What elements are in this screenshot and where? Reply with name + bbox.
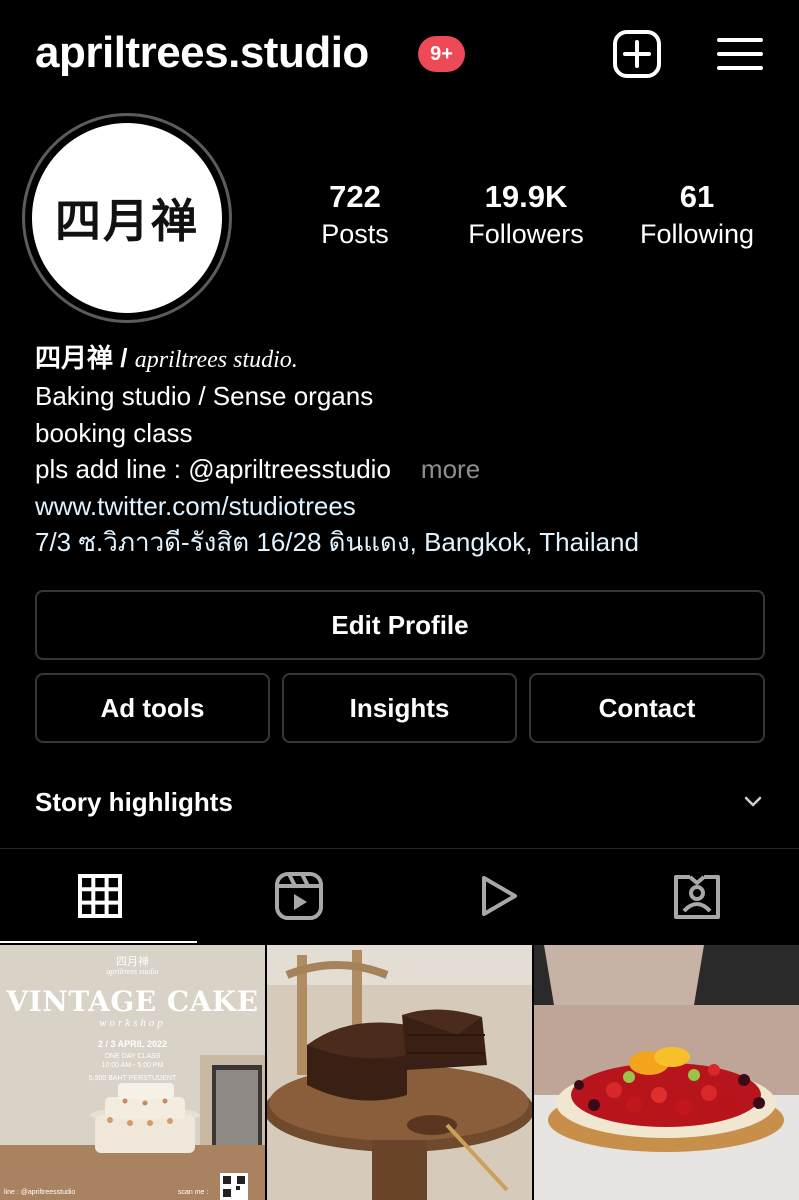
- tab-reels[interactable]: [199, 849, 398, 943]
- poster-title: VINTAGE CAKE: [6, 985, 259, 1018]
- bio-line-3-text: pls add line : @apriltreesstudio: [35, 454, 391, 484]
- bio-name-sub: apriltrees studio.: [134, 347, 298, 373]
- post-thumbnail[interactable]: [534, 945, 799, 1200]
- tab-videos[interactable]: [398, 849, 597, 943]
- insights-button[interactable]: Insights: [282, 673, 517, 743]
- edit-profile-button[interactable]: Edit Profile: [35, 590, 765, 660]
- profile-header: apriltrees.studio 9+: [0, 0, 799, 110]
- posts-grid: 四月禅 apriltrees studio VINTAGE CAKE works…: [0, 945, 799, 1200]
- username-title[interactable]: apriltrees.studio: [35, 28, 369, 78]
- avatar-ring[interactable]: 四月禅: [22, 113, 232, 323]
- poster-class-type: ONE DAY CLASS: [104, 1053, 161, 1060]
- active-tab-indicator: [0, 941, 197, 943]
- poster-date: 2 / 3 APRIL 2022: [97, 1039, 168, 1049]
- bio-display-name: 四月禅 / apriltrees studio.: [35, 340, 775, 378]
- bio-line-2: booking class: [35, 417, 193, 448]
- create-post-button[interactable]: [610, 27, 664, 81]
- followers-stat[interactable]: 19.9K Followers: [441, 178, 611, 252]
- tagged-icon: [673, 875, 720, 919]
- bio-location-link[interactable]: 7/3 ซ.วิภาวดี-รังสิต 16/28 ดินแดง, Bangk…: [35, 524, 775, 561]
- avatar[interactable]: 四月禅: [32, 123, 222, 313]
- tab-tagged[interactable]: [597, 849, 796, 943]
- chocolate-cake-image: [267, 945, 532, 1200]
- fruit-tart-image: [534, 945, 799, 1200]
- posts-count: 722: [329, 179, 381, 214]
- followers-count: 19.9K: [484, 179, 568, 214]
- poster-brand-sub: apriltrees studio: [106, 967, 159, 976]
- poster-price: 5,900 BAHT PERSTUDENT: [88, 1075, 177, 1082]
- poster-subtitle: workshop: [99, 1017, 166, 1029]
- bio-line-3: pls add line : @apriltreesstudio more: [35, 451, 775, 488]
- following-stat[interactable]: 61 Following: [612, 178, 782, 252]
- poster-footer-right: scan me :: [178, 1189, 209, 1196]
- bio-website-link[interactable]: www.twitter.com/studiotrees: [35, 488, 775, 525]
- story-highlights-label: Story highlights: [35, 787, 233, 817]
- chevron-down-icon[interactable]: [741, 789, 765, 813]
- story-highlights-row[interactable]: Story highlights: [35, 783, 765, 823]
- posts-label: Posts: [321, 219, 389, 249]
- bio-name-main: 四月禅 /: [35, 343, 128, 373]
- bio-line-1: Baking studio / Sense organs: [35, 381, 374, 411]
- poster-time: 10:00 AM - 5:00 PM: [101, 1062, 164, 1069]
- profile-bio: 四月禅 / apriltrees studio. Baking studio /…: [35, 340, 775, 561]
- following-count: 61: [679, 179, 715, 214]
- posts-stat[interactable]: 722 Posts: [270, 178, 440, 252]
- post-thumbnail[interactable]: 四月禅 apriltrees studio VINTAGE CAKE works…: [0, 945, 265, 1200]
- plus-square-icon: [613, 30, 661, 78]
- followers-label: Followers: [468, 219, 584, 249]
- vintage-cake-poster-image: [0, 945, 265, 1200]
- hamburger-menu-icon: [717, 38, 763, 70]
- post-thumbnail[interactable]: [267, 945, 532, 1200]
- poster-footer-left: line : @apriltreesstudio: [4, 1189, 76, 1196]
- following-label: Following: [639, 219, 755, 249]
- avatar-logo-text: 四月禅: [55, 194, 199, 248]
- notification-badge[interactable]: 9+: [418, 36, 465, 72]
- video-play-icon: [481, 876, 517, 916]
- bio-more-link[interactable]: more: [421, 454, 480, 484]
- menu-button[interactable]: [714, 30, 766, 78]
- reels-icon: [274, 872, 323, 920]
- ad-tools-button[interactable]: Ad tools: [35, 673, 270, 743]
- contact-button[interactable]: Contact: [529, 673, 765, 743]
- profile-tabs: [0, 849, 799, 943]
- grid-icon: [77, 874, 122, 918]
- tab-posts-grid[interactable]: [0, 849, 199, 943]
